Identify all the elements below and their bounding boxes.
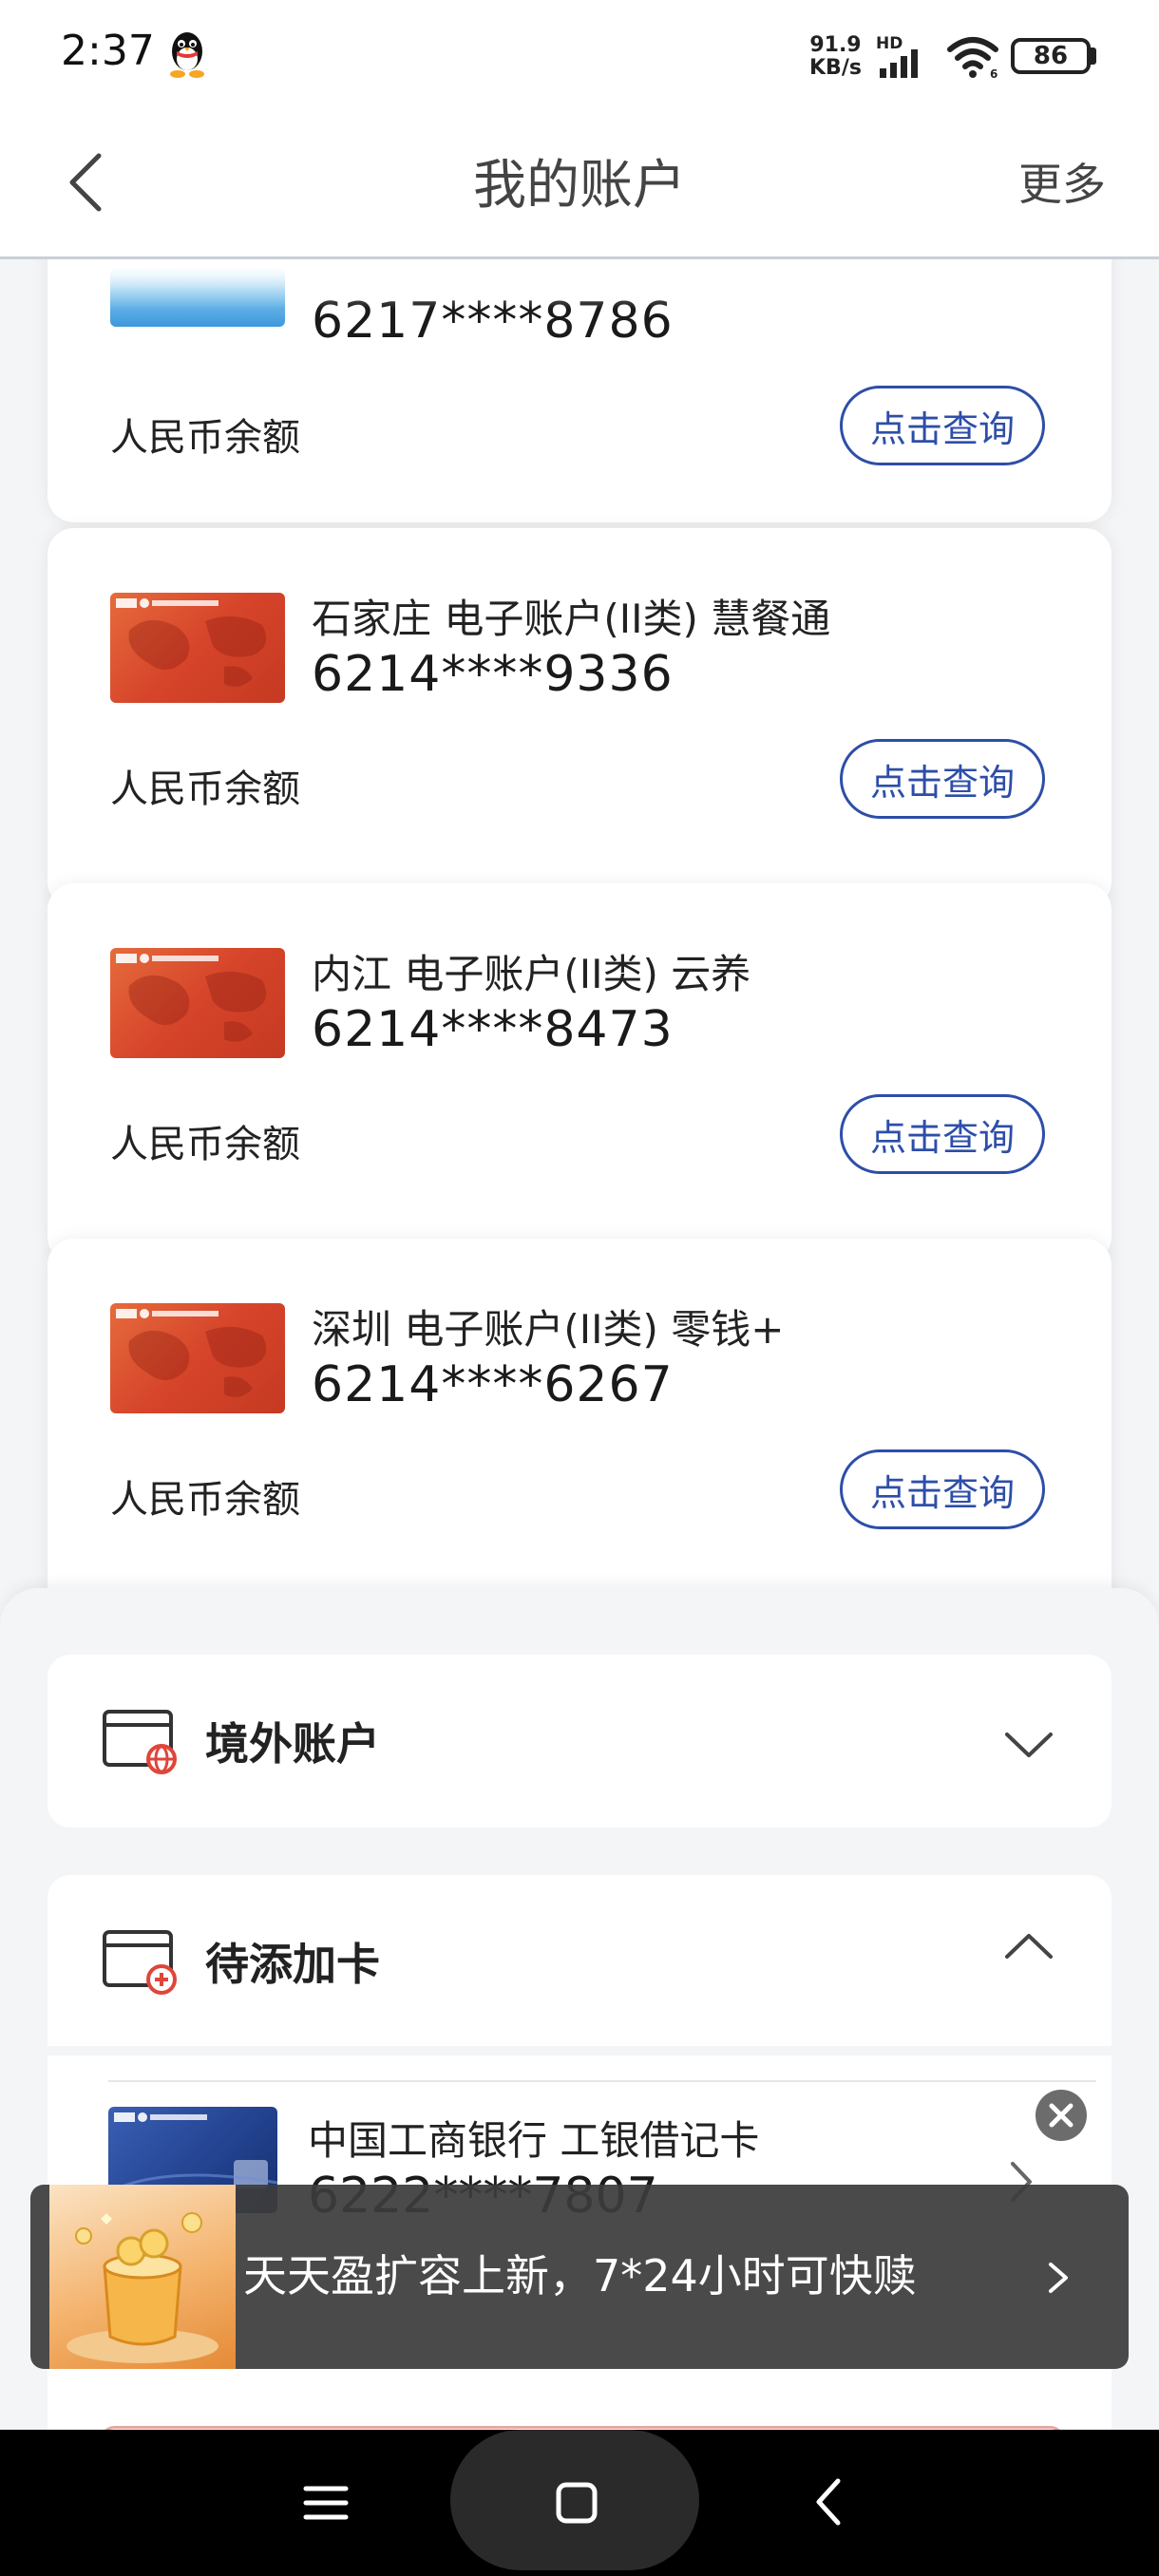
section-title: 境外账户	[205, 1718, 380, 1770]
qq-icon	[170, 32, 204, 78]
net-speed-value: 91.9	[809, 33, 862, 57]
net-speed: 91.9 KB/s	[809, 34, 862, 80]
promo-text: 天天盈扩容上新，7*24小时可快赎	[243, 2250, 917, 2301]
section-divider	[48, 2046, 1112, 2055]
globe-card-icon	[103, 1710, 177, 1774]
battery-level: 86	[1033, 42, 1069, 70]
scroll-fade	[48, 259, 1112, 309]
query-balance-button[interactable]: 点击查询	[840, 386, 1045, 465]
overseas-accounts-section[interactable]: 境外账户	[48, 1655, 1112, 1828]
more-button[interactable]: 更多	[1018, 150, 1106, 213]
card-name: 中国工商银行 工银借记卡	[308, 2117, 760, 2164]
chevron-up-icon[interactable]	[1001, 1930, 1056, 1964]
net-speed-unit: KB/s	[809, 56, 862, 80]
status-time: 2:37	[61, 27, 155, 75]
nav-back-icon[interactable]	[809, 2475, 847, 2529]
account-number: 6214****6267	[312, 1356, 674, 1413]
home-icon[interactable]	[553, 2479, 600, 2527]
signal-icon	[880, 49, 918, 78]
account-card[interactable]: 深圳 电子账户(II类) 零钱+ 6214****6267 人民币余额 点击查询	[48, 1239, 1112, 1638]
card-thumbnail	[110, 593, 285, 703]
query-balance-button[interactable]: 点击查询	[840, 739, 1045, 819]
card-thumbnail	[110, 1303, 285, 1413]
close-icon	[1049, 2103, 1074, 2128]
chevron-right-icon	[1049, 2263, 1068, 2293]
promo-image	[49, 2185, 236, 2369]
balance-label: 人民币余额	[110, 416, 300, 460]
query-balance-button[interactable]: 点击查询	[840, 1094, 1045, 1174]
pending-cards-section[interactable]: 待添加卡 中国工商银行 工银借记卡 6222****7807	[48, 1875, 1112, 2486]
section-title: 待添加卡	[205, 1939, 380, 1990]
page-title: 我的账户	[473, 155, 686, 217]
add-card-icon	[103, 1930, 177, 1995]
wifi-icon: 6	[947, 37, 998, 78]
account-number: 6214****8473	[312, 1001, 674, 1058]
account-name: 内江 电子账户(II类) 云养	[312, 951, 751, 997]
account-name: 石家庄 电子账户(II类) 慧餐通	[312, 596, 831, 642]
chevron-down-icon[interactable]	[1001, 1727, 1056, 1761]
battery-tip	[1091, 47, 1096, 65]
account-number: 6214****9336	[312, 646, 674, 703]
account-name: 深圳 电子账户(II类) 零钱+	[312, 1306, 785, 1353]
card-thumbnail	[110, 948, 285, 1058]
battery-icon: 86	[1011, 38, 1091, 74]
query-balance-button[interactable]: 点击查询	[840, 1449, 1045, 1529]
account-card[interactable]: 内江 电子账户(II类) 云养 6214****8473 人民币余额 点击查询	[48, 883, 1112, 1263]
balance-label: 人民币余额	[110, 1123, 300, 1166]
menu-icon[interactable]	[302, 2479, 350, 2527]
balance-label: 人民币余额	[110, 1478, 300, 1522]
balance-label: 人民币余额	[110, 767, 300, 811]
close-promo-button[interactable]	[1036, 2090, 1087, 2141]
account-card[interactable]: 石家庄 电子账户(II类) 慧餐通 6214****9336 人民币余额 点击查…	[48, 528, 1112, 908]
promo-banner[interactable]: 天天盈扩容上新，7*24小时可快赎	[30, 2185, 1129, 2369]
svg-text:6: 6	[990, 67, 998, 78]
